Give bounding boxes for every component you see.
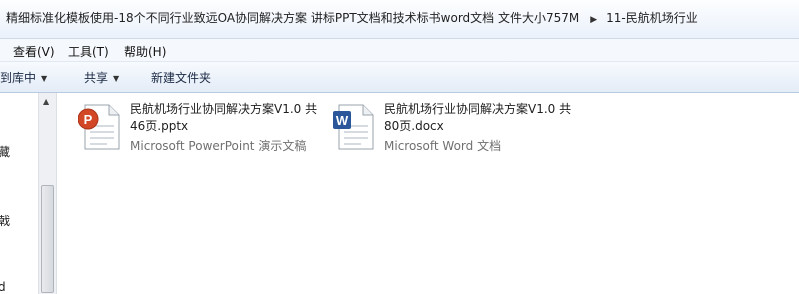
include-in-library-button[interactable]: 含到库中 ▼: [0, 69, 47, 86]
scroll-thumb[interactable]: [41, 185, 54, 293]
breadcrumb: 精细标准化模板使用-18个不同行业致远OA协同解决方案 讲标PPT文档和技术标书…: [6, 9, 698, 26]
new-folder-button[interactable]: 新建文件夹: [151, 69, 211, 86]
share-label: 共享: [84, 71, 109, 85]
chevron-down-icon: ▼: [113, 74, 120, 83]
chevron-down-icon: ▼: [41, 74, 48, 83]
file-name[interactable]: 民航机场行业协同解决方案V1.0 共80页.docx: [384, 101, 574, 135]
nav-scrollbar[interactable]: ▲: [38, 93, 57, 294]
file-item-docx[interactable]: W 民航机场行业协同解决方案V1.0 共80页.docx Microsoft W…: [332, 101, 577, 157]
svg-text:W: W: [336, 113, 349, 128]
nav-item[interactable]: d: [0, 280, 6, 294]
word-file-icon: W: [332, 103, 376, 151]
menu-tools[interactable]: 工具(T): [68, 43, 109, 60]
scroll-up-arrow-icon[interactable]: ▲: [43, 97, 49, 106]
file-type: Microsoft PowerPoint 演示文稿: [130, 139, 307, 153]
menu-bar: 查看(V) 工具(T) 帮助(H): [0, 39, 799, 62]
menu-help[interactable]: 帮助(H): [124, 43, 166, 60]
file-item-pptx[interactable]: P 民航机场行业协同解决方案V1.0 共46页.pptx Microsoft P…: [77, 101, 323, 157]
breadcrumb-segment-current[interactable]: 11-民航机场行业: [606, 11, 698, 25]
navigation-pane: 藏 戟 d: [0, 93, 38, 294]
powerpoint-file-icon: P: [77, 103, 122, 151]
address-bar[interactable]: 精细标准化模板使用-18个不同行业致远OA协同解决方案 讲标PPT文档和技术标书…: [0, 0, 799, 39]
breadcrumb-separator-icon[interactable]: ▶: [590, 15, 597, 25]
svg-text:P: P: [84, 112, 93, 127]
share-button[interactable]: 共享 ▼: [84, 69, 119, 86]
nav-item[interactable]: 戟: [0, 212, 10, 229]
command-toolbar: 含到库中 ▼ 共享 ▼ 新建文件夹: [0, 62, 799, 93]
file-name[interactable]: 民航机场行业协同解决方案V1.0 共46页.pptx: [130, 101, 320, 135]
nav-item[interactable]: 藏: [0, 143, 10, 160]
breadcrumb-segment-parent[interactable]: 精细标准化模板使用-18个不同行业致远OA协同解决方案 讲标PPT文档和技术标书…: [6, 11, 579, 25]
file-type: Microsoft Word 文档: [384, 139, 502, 153]
include-in-library-label: 含到库中: [0, 71, 37, 85]
menu-view[interactable]: 查看(V): [13, 43, 55, 60]
